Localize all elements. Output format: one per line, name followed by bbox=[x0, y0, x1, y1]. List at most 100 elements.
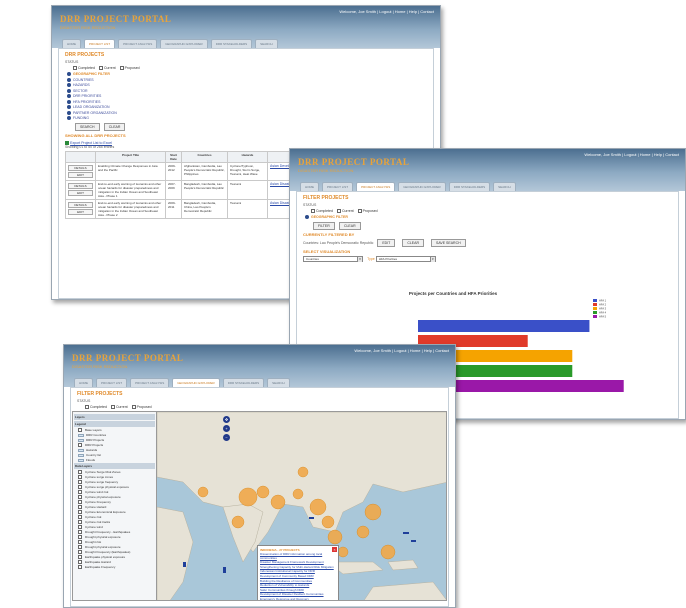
edit-button[interactable]: EDIT bbox=[68, 172, 93, 179]
popup-project-link[interactable]: Emergency Response and Recovery bbox=[260, 597, 336, 600]
tab-drr-stakeholders[interactable]: DRR STAKEHOLDERS bbox=[222, 378, 265, 387]
clear-button[interactable]: CLEAR bbox=[338, 222, 361, 231]
project-marker[interactable] bbox=[231, 515, 245, 529]
tab-project-analysis[interactable]: PROJECT ANALYSIS bbox=[356, 182, 396, 191]
checkbox[interactable] bbox=[78, 505, 82, 509]
data-layer-item[interactable]: Drought risk bbox=[78, 540, 155, 544]
data-layer-item[interactable]: Cyclone risk bbox=[78, 515, 155, 519]
accordion-hfa-priorities[interactable]: HFA PRIORITIES bbox=[67, 99, 427, 104]
checkbox[interactable] bbox=[78, 535, 82, 539]
tab-geographic-explorer[interactable]: GEOGRAPHIC EXPLORER bbox=[172, 378, 220, 387]
checkbox[interactable] bbox=[78, 428, 82, 432]
legend-header[interactable]: Legend bbox=[74, 421, 155, 427]
data-layer-item[interactable]: Cyclone surge frequency bbox=[78, 480, 155, 484]
project-marker[interactable] bbox=[270, 494, 286, 510]
checkbox-completed[interactable] bbox=[73, 66, 77, 71]
edit-button[interactable]: EDIT bbox=[68, 209, 93, 216]
data-layer-item[interactable]: Cyclone surge physical exposure bbox=[78, 485, 155, 489]
checkbox-current[interactable] bbox=[336, 209, 341, 214]
bar-hfa-1[interactable] bbox=[418, 320, 590, 332]
legend-group-base[interactable]: Base Layers bbox=[78, 428, 155, 432]
checkbox-proposed[interactable] bbox=[119, 66, 124, 71]
project-marker[interactable] bbox=[197, 486, 209, 498]
tab-search[interactable]: SEARCH bbox=[493, 182, 516, 191]
tab-project-list[interactable]: PROJECT LIST bbox=[84, 39, 116, 48]
details-button[interactable]: DETAILS bbox=[68, 165, 93, 172]
type-select[interactable]: HFA Priorities ▾ bbox=[375, 256, 436, 263]
col-hazards[interactable]: Hazards bbox=[227, 151, 268, 164]
data-layer-item[interactable]: Earthquake Frequency bbox=[78, 565, 155, 569]
header-links[interactable]: Welcome, Joe Smith | Logout | Home | Hel… bbox=[354, 348, 449, 353]
data-layer-item[interactable]: Cyclone Surge Risk Zones bbox=[78, 470, 155, 474]
checkbox-current[interactable] bbox=[110, 405, 115, 410]
checkbox[interactable] bbox=[78, 555, 82, 559]
data-layer-item[interactable]: Cyclone surge zones bbox=[78, 475, 155, 479]
checkbox[interactable] bbox=[78, 480, 82, 484]
legend-item[interactable]: Floods bbox=[78, 458, 155, 462]
details-button[interactable]: DETAILS bbox=[68, 183, 93, 190]
checkbox[interactable] bbox=[78, 443, 82, 447]
checkbox[interactable] bbox=[78, 525, 82, 529]
checkbox-proposed[interactable] bbox=[357, 209, 362, 214]
data-layer-item[interactable]: Cyclone risk tracks bbox=[78, 520, 155, 524]
project-marker[interactable] bbox=[292, 488, 304, 500]
project-marker[interactable] bbox=[380, 544, 396, 560]
checkbox[interactable] bbox=[78, 500, 82, 504]
tab-search[interactable]: SEARCH bbox=[267, 378, 290, 387]
checkbox-completed[interactable] bbox=[311, 209, 315, 214]
checkbox[interactable] bbox=[78, 540, 82, 544]
data-layer-item[interactable]: Earthquake physical exposure bbox=[78, 555, 155, 559]
checkbox-completed[interactable] bbox=[85, 405, 89, 410]
checkbox[interactable] bbox=[78, 560, 82, 564]
tab-drr-stakeholders[interactable]: DRR STAKEHOLDERS bbox=[210, 39, 253, 48]
visualization-select[interactable]: Countries ▾ bbox=[303, 256, 363, 263]
data-layer-item[interactable]: Earthquake Hazard bbox=[78, 560, 155, 564]
clear-button[interactable]: CLEAR bbox=[103, 123, 126, 132]
checkbox[interactable] bbox=[78, 490, 82, 494]
legend-item[interactable]: DRR Countries bbox=[78, 433, 155, 437]
status-completed[interactable]: Completed bbox=[311, 209, 333, 214]
accordion-lead-organization[interactable]: LEAD ORGANIZATION bbox=[67, 105, 427, 110]
checkbox[interactable] bbox=[78, 510, 82, 514]
status-current[interactable]: Current bbox=[336, 209, 354, 214]
checkbox[interactable] bbox=[78, 515, 82, 519]
edit-button[interactable]: EDIT bbox=[68, 190, 93, 197]
data-layer-item[interactable]: Cyclone Frequency bbox=[78, 500, 155, 504]
data-layer-item[interactable]: Drought Frequency - Earthquakes bbox=[78, 530, 155, 534]
status-completed[interactable]: Completed bbox=[73, 66, 95, 71]
zoom-in-icon[interactable]: + bbox=[223, 425, 230, 432]
tab-project-analysis[interactable]: PROJECT ANALYSIS bbox=[130, 378, 170, 387]
search-button[interactable]: SEARCH bbox=[75, 123, 100, 132]
accordion-hazards[interactable]: HAZARDS bbox=[67, 83, 427, 88]
tab-geographic-explorer[interactable]: GEOGRAPHIC EXPLORER bbox=[398, 182, 446, 191]
layers-header[interactable]: Layers bbox=[74, 414, 155, 420]
accordion-countries[interactable]: COUNTRIES bbox=[67, 77, 427, 82]
project-marker[interactable] bbox=[327, 529, 343, 545]
tab-search[interactable]: SEARCH bbox=[255, 39, 278, 48]
accordion-drr-priorities[interactable]: DRR PRIORITIES bbox=[67, 94, 427, 99]
data-layer-item[interactable]: Drought Frequency (Earthquakes) bbox=[78, 550, 155, 554]
checkbox-proposed[interactable] bbox=[131, 405, 136, 410]
project-marker[interactable] bbox=[337, 546, 349, 558]
col-countries[interactable]: Countries bbox=[181, 151, 228, 164]
status-current[interactable]: Current bbox=[98, 66, 116, 71]
tab-project-list[interactable]: PROJECT LIST bbox=[322, 182, 354, 191]
accordion-geographic-filter[interactable]: GEOGRAPHIC FILTER bbox=[67, 72, 427, 77]
legend-item[interactable]: Hazards bbox=[78, 448, 155, 452]
checkbox[interactable] bbox=[78, 495, 82, 499]
pan-icon[interactable]: ✥ bbox=[223, 416, 230, 423]
data-layer-item[interactable]: Cyclone wind risk bbox=[78, 490, 155, 494]
project-marker[interactable] bbox=[364, 503, 382, 521]
details-button[interactable]: DETAILS bbox=[68, 202, 93, 209]
portal-logo[interactable]: DRR PROJECT PORTAL bbox=[72, 353, 183, 363]
status-proposed[interactable]: Proposed bbox=[131, 405, 152, 410]
popup-project-link[interactable]: Dissemination of DRR information among l… bbox=[260, 552, 336, 560]
col-start-date[interactable]: Start Date bbox=[165, 151, 182, 164]
tab-drr-stakeholders[interactable]: DRR STAKEHOLDERS bbox=[448, 182, 491, 191]
checkbox[interactable] bbox=[78, 550, 82, 554]
tab-geographic-explorer[interactable]: GEOGRAPHIC EXPLORER bbox=[160, 39, 208, 48]
project-marker[interactable] bbox=[356, 525, 370, 539]
project-marker[interactable] bbox=[297, 466, 309, 478]
tab-project-analysis[interactable]: PROJECT ANALYSIS bbox=[118, 39, 158, 48]
status-current[interactable]: Current bbox=[110, 405, 128, 410]
